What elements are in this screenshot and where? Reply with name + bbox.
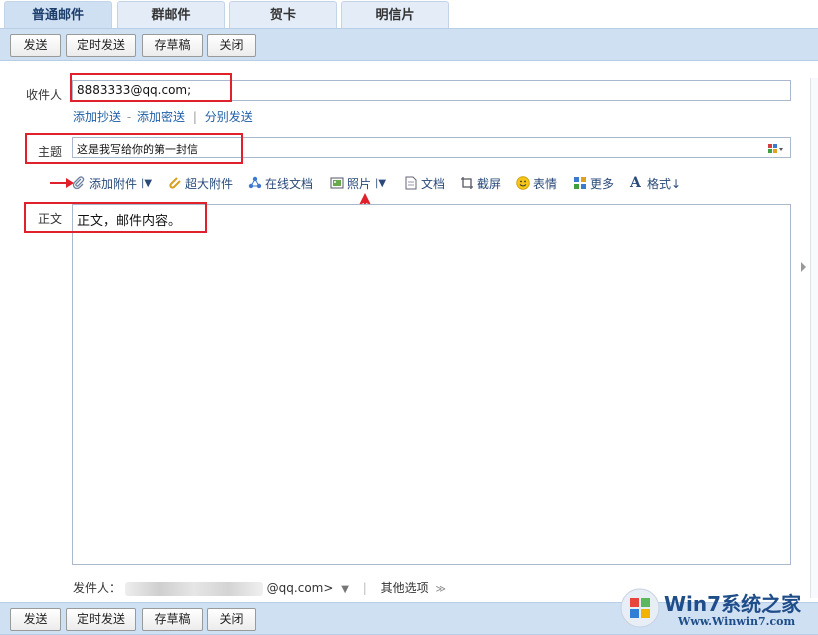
document-label: 文档	[421, 176, 446, 191]
photo-label: 照片	[347, 176, 372, 191]
recipient-annotation-box	[70, 73, 232, 102]
attachment-toolbar: 添加附件 |▼ 超大附件 在线文档 照片 |▼ 文档 截屏 表情 更多 A 格式…	[50, 173, 790, 227]
separate-send-link[interactable]: 分别发送	[205, 110, 253, 124]
paperclip-icon	[72, 176, 86, 190]
add-bcc-link[interactable]: 添加密送	[137, 110, 185, 124]
body-annotation-box	[24, 202, 207, 233]
more-label: 更多	[590, 176, 615, 191]
close-button-bottom[interactable]: 关闭	[207, 608, 256, 631]
subject-style-picker-icon[interactable]	[768, 143, 784, 153]
sender-address-blurred	[124, 581, 263, 596]
photo-button[interactable]: 照片 |▼	[330, 173, 386, 193]
screenshot-button[interactable]: 截屏	[460, 173, 501, 193]
online-doc-button[interactable]: 在线文档	[248, 173, 313, 193]
photo-menu-chevron-icon[interactable]: |▼	[375, 178, 386, 189]
subject-annotation-box	[25, 133, 243, 164]
sender-row: 发件人： @qq.com> ▼ | 其他选项 ≫	[73, 579, 446, 596]
tab-group-mail[interactable]: 群邮件	[117, 1, 225, 28]
cc-links: 添加抄送 - 添加密送 | 分别发送	[73, 108, 253, 125]
format-label: 格式↓	[647, 176, 682, 191]
scheduled-send-button[interactable]: 定时发送	[66, 34, 136, 57]
scheduled-send-button-bottom[interactable]: 定时发送	[66, 608, 136, 631]
font-format-icon: A	[630, 175, 641, 191]
document-button[interactable]: 文档	[404, 173, 445, 193]
attachment-menu-chevron-icon[interactable]: |▼	[141, 178, 152, 189]
send-button-bottom[interactable]: 发送	[10, 608, 61, 631]
sender-email-suffix: @qq.com>	[266, 581, 334, 595]
save-draft-button-bottom[interactable]: 存草稿	[142, 608, 203, 631]
tab-normal-mail[interactable]: 普通邮件	[4, 1, 112, 28]
large-attachment-button[interactable]: 超大附件	[168, 173, 233, 193]
sender-dropdown-icon[interactable]: ▼	[341, 584, 349, 595]
sender-separator: |	[362, 581, 367, 595]
add-attachment-label: 添加附件	[89, 176, 138, 191]
watermark-brand: Win7系统之家	[664, 592, 802, 616]
scissors-icon	[460, 176, 474, 190]
link-dash: -	[126, 110, 132, 124]
recipient-label: 收件人	[26, 88, 63, 102]
format-button[interactable]: A 格式↓	[630, 173, 681, 193]
top-toolbar: 发送 定时发送 存草稿 关闭	[0, 28, 818, 61]
right-panel-edge	[810, 78, 818, 598]
add-cc-link[interactable]: 添加抄送	[73, 110, 121, 124]
tab-postcard[interactable]: 明信片	[341, 1, 449, 28]
double-chevron-down-icon[interactable]: ≫	[435, 584, 445, 595]
tab-greeting-card[interactable]: 贺卡	[229, 1, 337, 28]
watermark-logo: Win7系统之家 Www.Winwin7.com	[618, 586, 818, 632]
expand-panel-icon[interactable]	[801, 262, 806, 272]
online-doc-icon	[248, 176, 262, 190]
large-paperclip-icon	[168, 176, 182, 190]
save-draft-button[interactable]: 存草稿	[142, 34, 203, 57]
add-attachment-button[interactable]: 添加附件 |▼	[72, 173, 152, 193]
compose-tab-bar: 普通邮件 群邮件 贺卡 明信片	[0, 0, 818, 28]
body-editor[interactable]: 正文，邮件内容。	[72, 204, 791, 565]
emoji-label: 表情	[533, 176, 558, 191]
document-icon	[404, 176, 418, 190]
large-attachment-label: 超大附件	[185, 176, 234, 191]
watermark-url: Www.Winwin7.com	[678, 615, 796, 628]
send-button[interactable]: 发送	[10, 34, 61, 57]
emoji-button[interactable]: 表情	[516, 173, 557, 193]
photo-icon	[330, 176, 344, 190]
link-separator: |	[192, 110, 197, 124]
screenshot-label: 截屏	[477, 176, 502, 191]
other-options-link[interactable]: 其他选项	[381, 581, 429, 595]
smiley-icon	[516, 176, 530, 190]
close-button[interactable]: 关闭	[207, 34, 256, 57]
annotation-arrow-right-icon	[50, 178, 74, 188]
online-doc-label: 在线文档	[265, 176, 314, 191]
sender-label: 发件人：	[73, 581, 122, 595]
more-button[interactable]: 更多	[573, 173, 614, 193]
grid-icon	[573, 176, 587, 190]
